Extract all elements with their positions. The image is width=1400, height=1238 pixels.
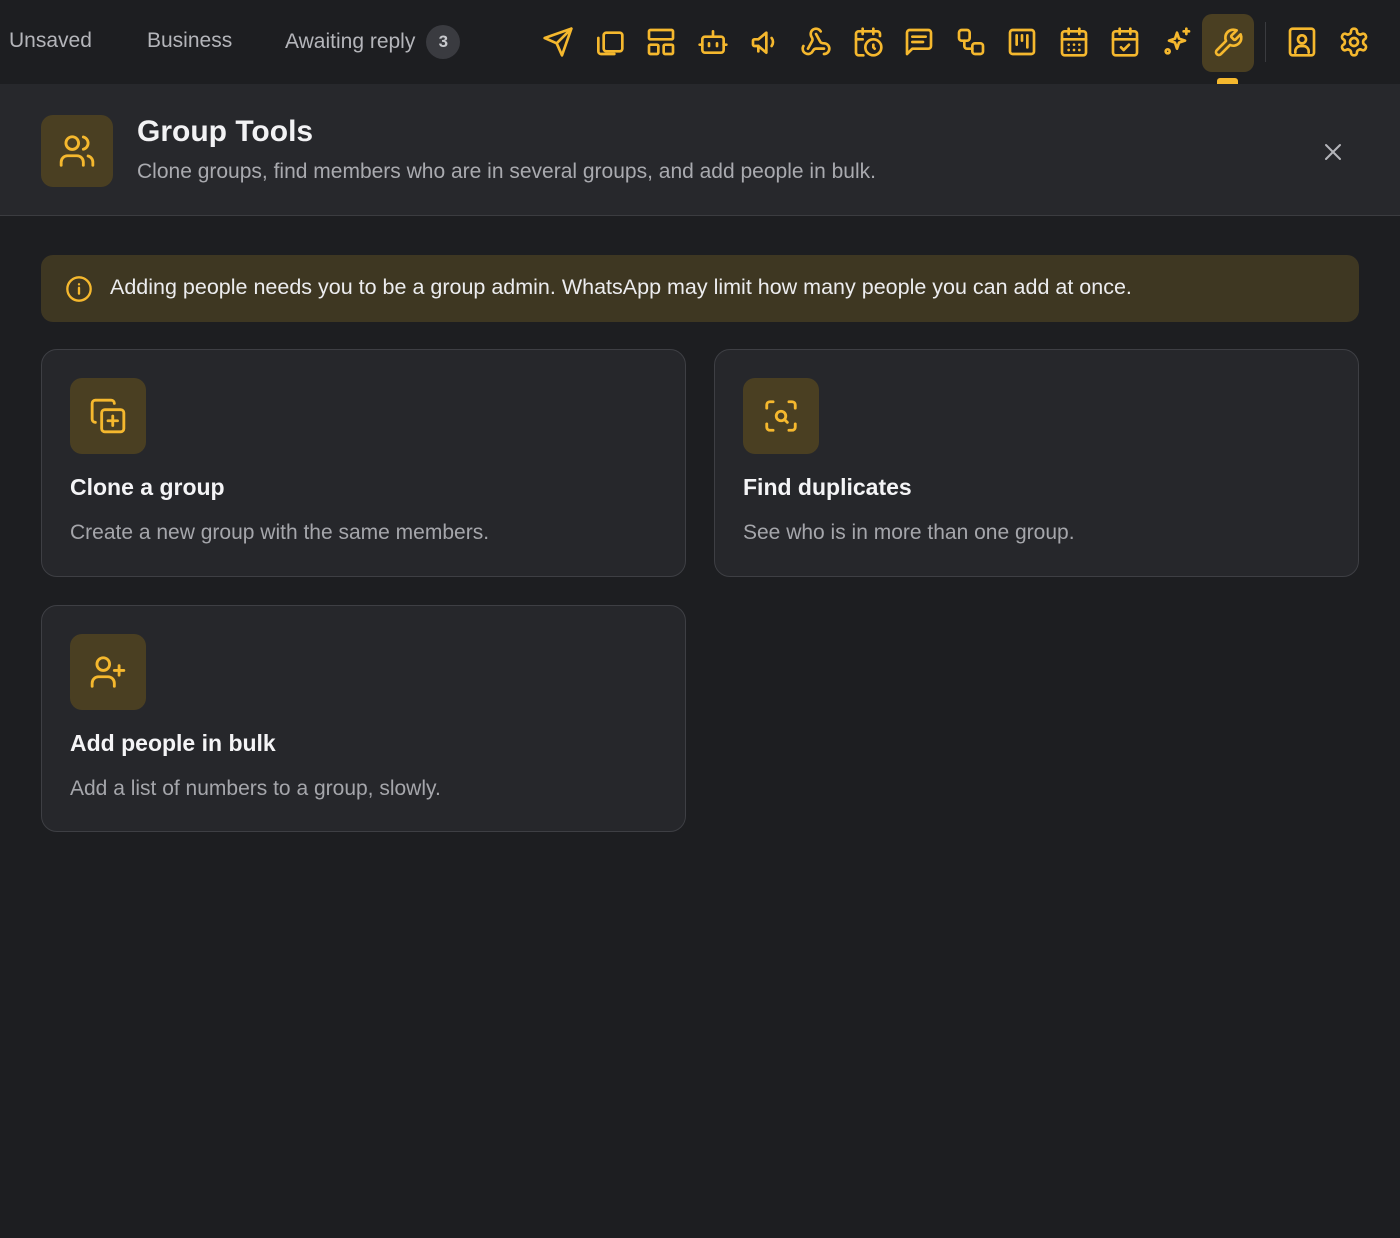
layout-button[interactable] [636,16,686,68]
messages-button[interactable] [894,16,944,68]
send-icon [543,27,573,57]
webhook-button[interactable] [791,16,841,68]
bot-button[interactable] [688,16,738,68]
send-button[interactable] [533,16,583,68]
info-icon [65,275,93,303]
user-plus-icon [90,656,126,688]
filter-tab-unsaved[interactable]: Unsaved [9,29,92,53]
scan-search-icon [765,400,797,432]
calendar-check-icon [1111,27,1139,57]
filter-tab-business[interactable]: Business [147,29,232,53]
webhook-icon [801,27,831,56]
header-icon-tile [41,115,113,187]
wrench-icon [1214,28,1243,57]
scheduled-button[interactable] [843,16,893,68]
card-icon-tile [70,634,146,710]
contacts-button[interactable] [1277,16,1327,68]
admin-notice-banner: Adding people needs you to be a group ad… [41,255,1359,322]
filter-tab-awaiting-reply[interactable]: Awaiting reply 3 [285,25,461,59]
broadcast-button[interactable] [740,16,790,68]
tasks-button[interactable] [1100,16,1150,68]
kanban-icon [1008,28,1036,56]
calendar-button[interactable] [1049,16,1099,68]
workflow-icon [957,28,985,56]
filter-tab-label: Awaiting reply [285,30,416,53]
settings-icon [1340,27,1368,57]
card-description: Create a new group with the same members… [70,521,490,544]
card-icon-tile [70,378,146,454]
layout-icon [647,28,675,56]
close-button[interactable] [1313,132,1353,172]
toolbar-divider [1265,22,1266,62]
contact-icon [1288,27,1316,57]
card-description: See who is in more than one group. [743,521,1075,544]
add-people-bulk-card[interactable]: Add people in bulk Add a list of numbers… [41,605,686,832]
message-square-icon [905,28,933,56]
close-icon [1325,144,1341,160]
templates-button[interactable] [584,16,634,68]
top-toolbar: Unsaved Business Awaiting reply 3 [0,0,1400,84]
copy-plus-icon [90,398,126,434]
clone-group-card[interactable]: Clone a group Create a new group with th… [41,349,686,577]
count-badge: 3 [426,25,461,59]
kanban-button[interactable] [997,16,1047,68]
sparkles-icon [1164,27,1191,55]
bot-icon [698,30,728,54]
calendar-clock-icon [854,27,883,57]
group-tools-button[interactable] [1202,14,1254,72]
calendar-grid-icon [1060,27,1088,57]
card-title: Clone a group [70,474,225,500]
workflow-button[interactable] [946,16,996,68]
card-title: Find duplicates [743,474,912,500]
filter-tab-label: Business [147,29,233,52]
users-icon [59,135,95,167]
page-title: Group Tools [137,115,314,148]
notice-text: Adding people needs you to be a group ad… [110,275,1132,299]
filter-tab-label: Unsaved [9,29,92,52]
card-icon-tile [743,378,819,454]
panel-header: Group Tools Clone groups, find members w… [0,84,1400,216]
page-subtitle: Clone groups, find members who are in se… [137,160,876,183]
ai-button[interactable] [1152,16,1202,68]
settings-button[interactable] [1329,16,1379,68]
megaphone-icon [751,31,775,54]
card-description: Add a list of numbers to a group, slowly… [70,777,441,800]
copy-icon [597,31,624,56]
find-duplicates-card[interactable]: Find duplicates See who is in more than … [714,349,1359,577]
card-title: Add people in bulk [70,730,276,756]
